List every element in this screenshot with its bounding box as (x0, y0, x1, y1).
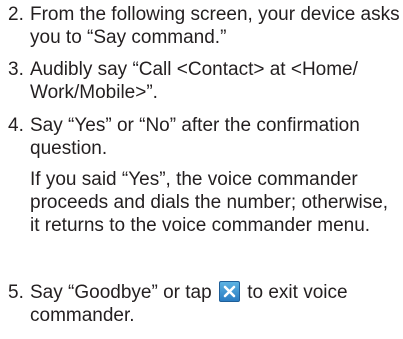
step-5: 5. Say “Goodbye” or tap to exit voice co… (8, 281, 400, 327)
step-number: 5. (8, 282, 24, 303)
step-number: 4. (8, 115, 24, 136)
step-number: 2. (8, 4, 24, 25)
step-2: 2. From the following screen, your devic… (8, 3, 400, 49)
close-icon (218, 281, 240, 302)
confirmation-note: If you said “Yes”, the voice commander p… (30, 169, 389, 236)
step-4: 4. Say “Yes” or “No” after the confirmat… (8, 114, 400, 160)
step-text-before-icon: Say “Goodbye” or tap (30, 282, 212, 303)
step-text: Say “Goodbye” or tap to exit voice comma… (30, 281, 400, 327)
step-3: 3. Audibly say “Call <Contact> at <Home/… (8, 58, 400, 104)
step-text: Say “Yes” or “No” after the confirmation… (30, 115, 360, 159)
step-text: From the following screen, your device a… (30, 4, 400, 48)
instruction-document: 2. From the following screen, your devic… (0, 0, 403, 339)
step-number: 3. (8, 59, 24, 80)
step-text: Audibly say “Call <Contact> at <Home/ Wo… (30, 59, 358, 103)
